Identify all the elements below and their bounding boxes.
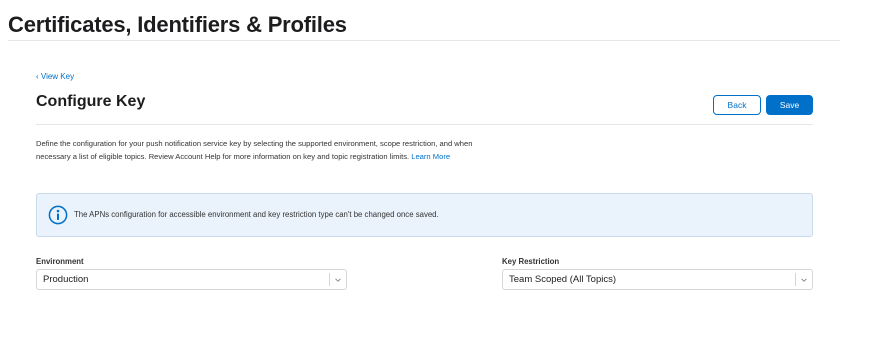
back-button[interactable]: Back xyxy=(713,95,761,115)
learn-more-link[interactable]: Learn More xyxy=(411,152,450,161)
description-body: Define the configuration for your push n… xyxy=(36,139,473,161)
title-divider xyxy=(8,40,840,41)
page: Certificates, Identifiers & Profiles ‹ V… xyxy=(0,0,875,343)
key-restriction-select-value: Team Scoped (All Topics) xyxy=(509,274,617,285)
chevron-down-icon xyxy=(801,278,807,282)
save-button[interactable]: Save xyxy=(766,95,813,115)
info-icon xyxy=(48,205,68,225)
key-restriction-select[interactable]: Team Scoped (All Topics) xyxy=(502,269,813,290)
environment-select[interactable]: Production xyxy=(36,269,347,290)
info-notice: The APNs configuration for accessible en… xyxy=(36,193,813,237)
environment-select-value: Production xyxy=(43,274,89,285)
section-title: Configure Key xyxy=(36,93,146,110)
section-divider xyxy=(36,124,813,125)
view-key-link[interactable]: ‹ View Key xyxy=(36,72,74,81)
select-divider xyxy=(795,273,796,286)
page-title: Certificates, Identifiers & Profiles xyxy=(8,12,347,37)
key-restriction-label: Key Restriction xyxy=(502,257,560,266)
environment-label: Environment xyxy=(36,257,84,266)
info-notice-text: The APNs configuration for accessible en… xyxy=(74,210,439,219)
select-divider xyxy=(329,273,330,286)
chevron-down-icon xyxy=(335,278,341,282)
description-text: Define the configuration for your push n… xyxy=(36,138,496,163)
